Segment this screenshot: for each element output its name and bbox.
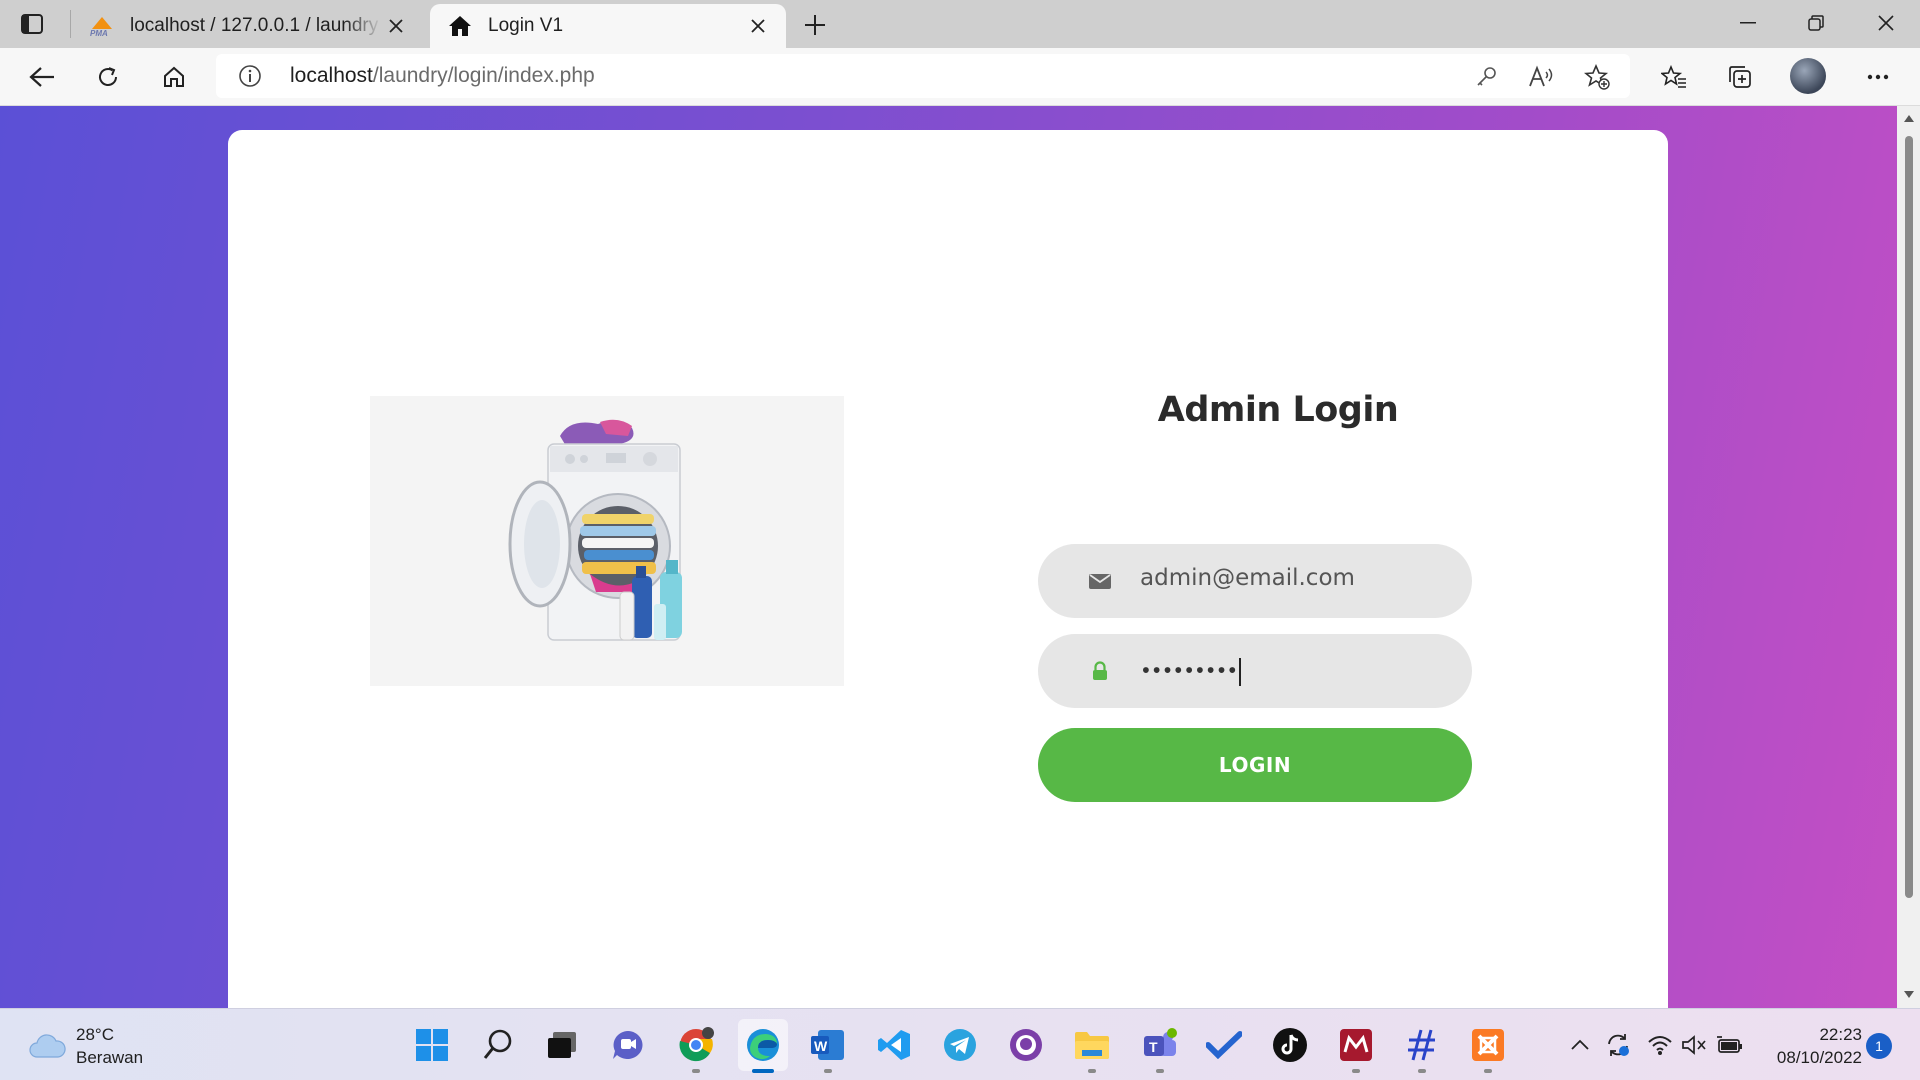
running-indicator [1418, 1069, 1426, 1073]
envelope-icon [1088, 569, 1112, 593]
tab-actions-icon[interactable] [18, 11, 46, 37]
clock-date: 08/10/2022 [1776, 1048, 1862, 1067]
tab-phpmyadmin[interactable]: PMA localhost / 127.0.0.1 / laundry / a [72, 4, 424, 48]
todo-icon[interactable] [1204, 1025, 1244, 1065]
chrome-icon[interactable] [676, 1025, 716, 1065]
read-aloud-icon[interactable] [1526, 62, 1556, 92]
weather-widget[interactable]: 28°C Berawan [28, 1023, 143, 1069]
weather-text: 28°C Berawan [76, 1023, 143, 1069]
tab-separator [70, 10, 71, 38]
volume-muted-icon[interactable] [1680, 1031, 1708, 1059]
telegram-icon[interactable] [940, 1025, 980, 1065]
scrollbar-thumb[interactable] [1905, 136, 1913, 898]
address-bar[interactable]: localhost/laundry/login/index.php [216, 54, 1630, 98]
page-viewport: Admin Login admin@email.com ••••••••• LO… [0, 106, 1897, 1008]
text-caret [1239, 658, 1242, 686]
svg-text:T: T [1149, 1039, 1158, 1055]
collections-icon[interactable] [1722, 59, 1758, 95]
scroll-up-icon[interactable] [1902, 112, 1915, 125]
taskbar: 28°C Berawan W T 22:23 08/10/2022 1 [0, 1008, 1920, 1080]
teams-icon[interactable]: T [1140, 1025, 1180, 1065]
cloud-icon [29, 1034, 66, 1058]
file-explorer-icon[interactable] [1072, 1025, 1112, 1065]
home-button-icon[interactable] [156, 59, 192, 95]
tiktok-icon[interactable] [1270, 1025, 1310, 1065]
task-view-icon[interactable] [542, 1025, 582, 1065]
password-key-icon[interactable] [1472, 62, 1502, 92]
running-indicator [1484, 1069, 1492, 1073]
notepad-plus-icon[interactable] [1402, 1025, 1442, 1065]
chevron-up-icon[interactable] [1566, 1031, 1594, 1059]
mendeley-icon[interactable] [1336, 1025, 1376, 1065]
xampp-icon[interactable] [1468, 1025, 1508, 1065]
clock-time: 22:23 [1819, 1025, 1862, 1044]
site-info-icon[interactable] [238, 64, 262, 88]
running-indicator [692, 1069, 700, 1073]
vscode-icon[interactable] [874, 1025, 914, 1065]
tab-title: localhost / 127.0.0.1 / laundry / a [130, 15, 382, 36]
laundry-illustration [370, 396, 844, 686]
phpmyadmin-icon: PMA [88, 14, 116, 38]
close-window-icon[interactable] [1866, 8, 1906, 38]
github-desktop-icon[interactable] [1006, 1025, 1046, 1065]
tab-strip: PMA localhost / 127.0.0.1 / laundry / a … [0, 0, 1920, 48]
notification-badge[interactable]: 1 [1866, 1033, 1892, 1059]
battery-icon[interactable] [1716, 1031, 1744, 1059]
close-tab-icon[interactable] [382, 12, 410, 40]
new-tab-icon[interactable] [800, 10, 830, 40]
svg-text:PMA: PMA [90, 29, 108, 37]
scroll-down-icon[interactable] [1902, 988, 1915, 1001]
lock-icon [1088, 659, 1112, 683]
windows-start-icon[interactable] [412, 1025, 452, 1065]
running-indicator [1156, 1069, 1164, 1073]
close-tab-icon[interactable] [744, 12, 772, 40]
sync-icon[interactable] [1604, 1031, 1632, 1059]
running-indicator [824, 1069, 832, 1073]
edge-icon[interactable] [738, 1019, 788, 1071]
add-favorite-icon[interactable] [1582, 62, 1612, 92]
password-value: ••••••••• [1140, 658, 1242, 686]
restore-icon[interactable] [1796, 8, 1836, 38]
email-value: admin@email.com [1140, 565, 1355, 591]
more-options-icon[interactable] [1860, 59, 1896, 95]
svg-text:W: W [814, 1038, 828, 1054]
search-icon[interactable] [478, 1025, 518, 1065]
browser-toolbar: localhost/laundry/login/index.php [0, 48, 1920, 106]
weather-temp: 28°C [76, 1025, 114, 1044]
url-text: localhost/laundry/login/index.php [290, 64, 595, 87]
refresh-icon[interactable] [90, 59, 126, 95]
page-title: Admin Login [1157, 390, 1399, 430]
active-indicator [752, 1069, 774, 1073]
running-indicator [1352, 1069, 1360, 1073]
wifi-icon[interactable] [1646, 1031, 1674, 1059]
back-arrow-icon[interactable] [24, 59, 60, 95]
weather-desc: Berawan [76, 1048, 144, 1067]
minimize-icon[interactable] [1728, 8, 1768, 38]
running-indicator [1088, 1069, 1096, 1073]
login-card: Admin Login admin@email.com ••••••••• LO… [228, 130, 1668, 1008]
home-icon [446, 14, 474, 38]
profile-avatar[interactable] [1790, 58, 1826, 94]
tab-title: Login V1 [488, 15, 564, 36]
favorites-icon[interactable] [1656, 59, 1692, 95]
system-clock[interactable]: 22:23 08/10/2022 [1762, 1023, 1862, 1069]
password-field[interactable]: ••••••••• [1038, 634, 1472, 708]
vertical-scrollbar[interactable] [1897, 106, 1920, 1008]
email-field[interactable]: admin@email.com [1038, 544, 1472, 618]
word-icon[interactable]: W [808, 1025, 848, 1065]
teams-chat-icon[interactable] [608, 1025, 648, 1065]
tab-login[interactable]: Login V1 [430, 4, 786, 48]
login-button[interactable]: LOGIN [1038, 728, 1472, 802]
